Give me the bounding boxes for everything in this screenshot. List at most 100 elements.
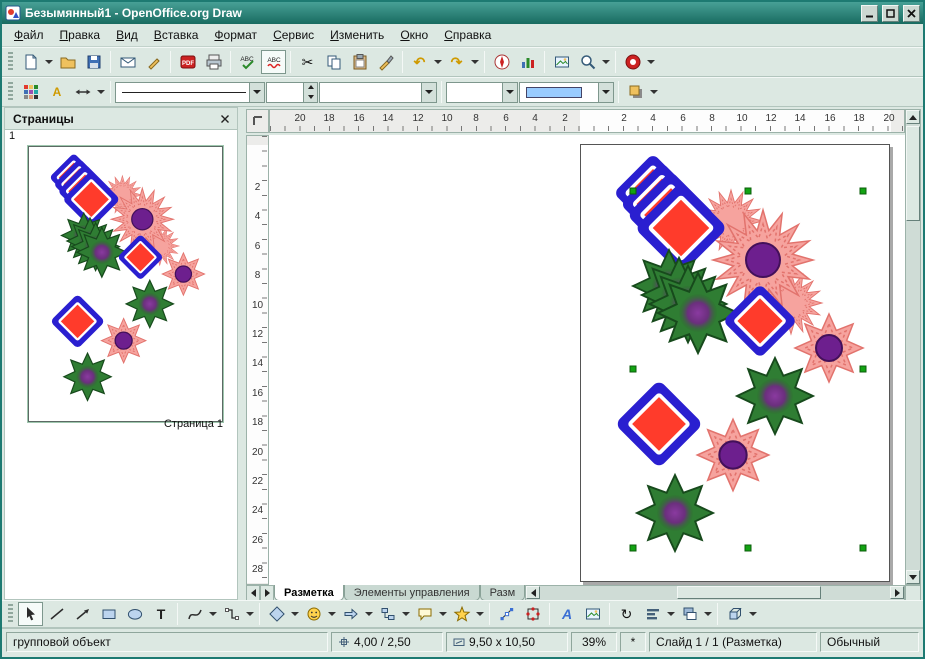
symbol-shapes-button[interactable] xyxy=(301,602,326,626)
horizontal-scroll-thumb[interactable] xyxy=(677,586,821,599)
save-button[interactable] xyxy=(81,50,106,74)
page-thumbnail[interactable] xyxy=(28,146,223,422)
status-zoom[interactable]: 39% xyxy=(571,632,617,652)
toolbar-options-dropdown[interactable] xyxy=(649,80,659,104)
menu-window[interactable]: Окно xyxy=(392,25,436,45)
basic-shapes-dropdown[interactable] xyxy=(290,602,300,626)
menu-tools[interactable]: Сервис xyxy=(265,25,322,45)
toolbar-options-dropdown[interactable] xyxy=(748,602,758,626)
glue-points-button[interactable] xyxy=(520,602,545,626)
close-button[interactable] xyxy=(903,5,920,22)
tab-controls[interactable]: Элементы управления xyxy=(344,585,480,601)
toolbar-grip[interactable] xyxy=(8,52,13,72)
page-artwork[interactable] xyxy=(581,145,891,583)
color-grid-button[interactable] xyxy=(18,80,43,104)
curve-tool-button[interactable] xyxy=(182,602,207,626)
new-document-dropdown[interactable] xyxy=(44,50,54,74)
zoom-button[interactable] xyxy=(575,50,600,74)
callouts-button[interactable] xyxy=(412,602,437,626)
undo-dropdown[interactable] xyxy=(433,50,443,74)
vertical-scroll-thumb[interactable] xyxy=(906,126,920,221)
tab-dimension-lines[interactable]: Разм xyxy=(480,585,526,601)
shape-group[interactable] xyxy=(613,153,863,551)
ellipse-tool-button[interactable] xyxy=(122,602,147,626)
menu-insert[interactable]: Вставка xyxy=(146,25,207,45)
callouts-dropdown[interactable] xyxy=(438,602,448,626)
tab-layout[interactable]: Разметка xyxy=(274,585,344,601)
fill-style-dropdown[interactable] xyxy=(502,83,517,102)
redo-button[interactable]: ↷ xyxy=(444,50,469,74)
connector-tool-button[interactable] xyxy=(219,602,244,626)
status-size[interactable]: 9,50 x 10,50 xyxy=(446,632,568,652)
undo-button[interactable]: ↶ xyxy=(407,50,432,74)
print-button[interactable] xyxy=(201,50,226,74)
menu-file[interactable]: Файл xyxy=(6,25,52,45)
new-document-button[interactable] xyxy=(18,50,43,74)
scroll-down-button[interactable] xyxy=(906,570,920,584)
line-arrow-tool-button[interactable] xyxy=(70,602,95,626)
select-tool-button[interactable] xyxy=(18,602,43,626)
flowchart-button[interactable] xyxy=(375,602,400,626)
copy-button[interactable] xyxy=(321,50,346,74)
navigator-button[interactable] xyxy=(489,50,514,74)
tab-scroll-left-button[interactable] xyxy=(246,585,260,601)
horizontal-ruler[interactable]: 20 18 16 14 12 10 8 6 4 2 2 4 6 8 10 12 … xyxy=(269,109,905,133)
status-view-mode[interactable]: Обычный xyxy=(820,632,919,652)
paste-button[interactable] xyxy=(347,50,372,74)
horizontal-scrollbar[interactable] xyxy=(525,585,905,601)
drawing-page[interactable] xyxy=(580,144,890,582)
fill-color-select[interactable] xyxy=(519,82,614,103)
line-color-dropdown[interactable] xyxy=(421,83,436,102)
symbol-shapes-dropdown[interactable] xyxy=(327,602,337,626)
arrange-button[interactable] xyxy=(677,602,702,626)
styles-button[interactable]: A xyxy=(44,80,69,104)
tab-scroll-right-button[interactable] xyxy=(260,585,274,601)
drawing-canvas[interactable] xyxy=(269,135,905,585)
align-button[interactable] xyxy=(640,602,665,626)
email-button[interactable] xyxy=(115,50,140,74)
arrowheads-button[interactable] xyxy=(70,80,95,104)
tab-stop-selector[interactable] xyxy=(246,109,269,133)
arrowheads-dropdown[interactable] xyxy=(96,80,106,104)
fill-color-dropdown[interactable] xyxy=(598,83,613,102)
auto-spellcheck-button[interactable]: ABC xyxy=(261,50,286,74)
menu-help[interactable]: Справка xyxy=(436,25,499,45)
curve-dropdown[interactable] xyxy=(208,602,218,626)
spin-down-icon[interactable] xyxy=(303,92,317,102)
scroll-right-button[interactable] xyxy=(890,586,904,599)
selection-handle[interactable] xyxy=(630,545,636,551)
export-pdf-button[interactable]: PDF xyxy=(175,50,200,74)
help-button[interactable] xyxy=(620,50,645,74)
vertical-ruler[interactable]: 2 4 6 8 10 12 14 16 18 20 22 24 26 28 xyxy=(246,135,269,585)
block-arrows-dropdown[interactable] xyxy=(364,602,374,626)
line-color-select[interactable] xyxy=(319,82,437,103)
redo-dropdown[interactable] xyxy=(470,50,480,74)
panel-close-button[interactable] xyxy=(217,111,233,127)
menu-view[interactable]: Вид xyxy=(108,25,146,45)
insert-picture-button[interactable] xyxy=(580,602,605,626)
maximize-button[interactable] xyxy=(882,5,899,22)
rotate-button[interactable]: ↻ xyxy=(614,602,639,626)
selection-handle[interactable] xyxy=(630,188,636,194)
format-paintbrush-button[interactable] xyxy=(373,50,398,74)
gallery-button[interactable] xyxy=(549,50,574,74)
selection-handle[interactable] xyxy=(630,366,636,372)
text-tool-button[interactable]: T xyxy=(148,602,173,626)
toolbar-grip[interactable] xyxy=(8,82,13,102)
selection-handle[interactable] xyxy=(860,188,866,194)
fontwork-button[interactable]: A xyxy=(554,602,579,626)
zoom-dropdown[interactable] xyxy=(601,50,611,74)
stars-dropdown[interactable] xyxy=(475,602,485,626)
toolbar-grip[interactable] xyxy=(8,604,13,624)
connector-dropdown[interactable] xyxy=(245,602,255,626)
line-style-select[interactable] xyxy=(115,82,265,103)
line-tool-button[interactable] xyxy=(44,602,69,626)
flowchart-dropdown[interactable] xyxy=(401,602,411,626)
panel-splitter[interactable] xyxy=(238,107,246,600)
selection-handle[interactable] xyxy=(745,545,751,551)
scroll-left-button[interactable] xyxy=(526,586,540,599)
scroll-up-button[interactable] xyxy=(906,110,920,124)
open-button[interactable] xyxy=(55,50,80,74)
edit-points-button[interactable] xyxy=(494,602,519,626)
fill-style-select[interactable] xyxy=(446,82,518,103)
